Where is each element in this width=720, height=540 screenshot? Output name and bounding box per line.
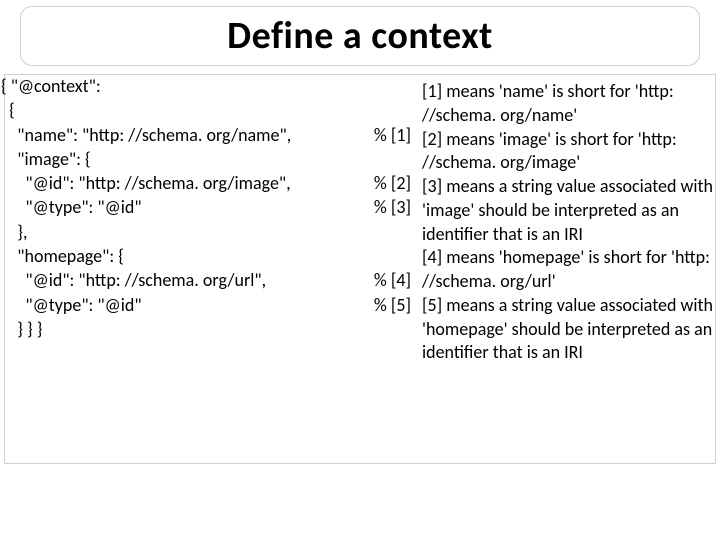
slide: Define a context { "@context": { "name":… [0, 0, 720, 540]
code-line: "homepage": { [1, 244, 124, 268]
explain-item: [5] means a string value associated with… [422, 294, 718, 365]
code-line: "@type": "@id" [1, 293, 142, 317]
code-line: "@id": "http: //schema. org/url", [1, 268, 266, 292]
explain-item: [1] means 'name' is short for 'http: //s… [422, 80, 718, 128]
explanation-block: [1] means 'name' is short for 'http: //s… [422, 80, 718, 365]
code-line: { "@context": [1, 74, 101, 98]
slide-title: Define a context [227, 13, 493, 59]
code-line: "@id": "http: //schema. org/image", [1, 171, 291, 195]
code-line: "image": { [1, 147, 91, 171]
code-block: { "@context": { "name": "http: //schema.… [1, 74, 417, 341]
code-annotation: % [2] [374, 171, 417, 195]
code-line: }, [1, 220, 27, 244]
code-annotation: % [5] [374, 293, 417, 317]
code-annotation: % [3] [374, 195, 417, 219]
title-container: Define a context [20, 6, 700, 66]
explain-item: [2] means 'image' is short for 'http: //… [422, 128, 718, 176]
explain-item: [3] means a string value associated with… [422, 175, 718, 246]
code-line: "name": "http: //schema. org/name", [1, 123, 291, 147]
code-line: { [1, 98, 15, 122]
code-annotation: % [1] [374, 123, 417, 147]
code-annotation: % [4] [374, 268, 417, 292]
code-line: } } } [1, 317, 42, 341]
code-line: "@type": "@id" [1, 195, 142, 219]
explain-item: [4] means 'homepage' is short for 'http:… [422, 246, 718, 294]
